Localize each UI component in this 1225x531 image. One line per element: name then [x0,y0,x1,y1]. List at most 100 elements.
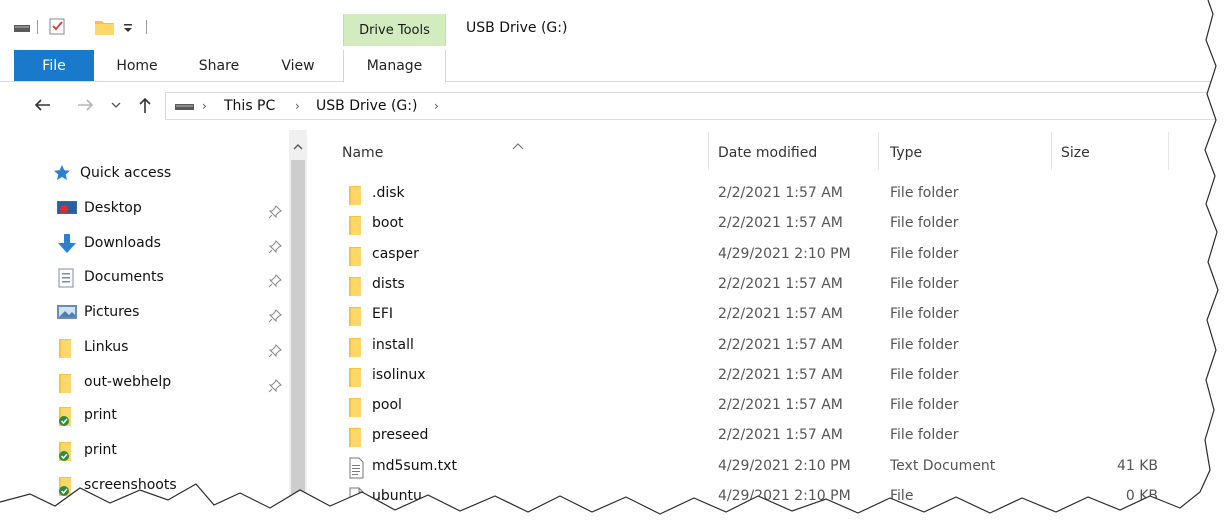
tab-file[interactable]: File [14,50,94,81]
file-type: Text Document [890,457,996,474]
file-type: File folder [890,366,959,383]
file-type: File folder [890,336,959,353]
tab-manage[interactable]: Manage [343,50,446,83]
recent-dropdown-icon[interactable] [108,82,124,128]
sidebar-item-label: Documents [84,269,164,285]
up-arrow-icon[interactable] [134,82,156,128]
sidebar-item-label: Desktop [84,200,142,216]
file-name: install [372,336,414,353]
file-type: File folder [890,306,959,323]
list-item[interactable]: dists 2/2/2021 1:57 AM File folder [330,269,1180,299]
tab-share[interactable]: Share [184,50,254,81]
file-name: pool [372,397,402,414]
chevron-right-icon[interactable]: › [434,93,439,119]
file-name: EFI [372,306,394,323]
file-date-modified: 4/29/2021 2:10 PM [718,457,851,474]
tab-view[interactable]: View [266,50,330,81]
chevron-right-icon[interactable]: › [202,93,207,119]
file-date-modified: 2/2/2021 1:57 AM [718,275,843,292]
folder-icon [346,426,366,448]
address-drive-icon [174,93,196,119]
scroll-up-icon[interactable] [291,138,305,154]
sidebar-item-label: out-webhelp [84,374,172,390]
file-date-modified: 2/2/2021 1:57 AM [718,185,843,201]
drive-icon[interactable] [12,12,32,40]
navigation-bar: › This PC › USB Drive (G:) › [0,82,1225,128]
file-name: preseed [372,427,429,444]
chevron-right-icon[interactable]: › [295,93,300,119]
list-item[interactable]: isolinux 2/2/2021 1:57 AM File folder [330,360,1180,390]
file-date-modified: 2/2/2021 1:57 AM [718,366,843,383]
list-item[interactable]: boot 2/2/2021 1:57 AM File folder [330,208,1180,238]
sidebar-item-screenshoots[interactable]: screenshoots [56,470,177,500]
breadcrumb-this-pc[interactable]: This PC [224,93,275,119]
file-size [1050,360,1158,390]
file-type: File folder [890,427,959,444]
column-header-size[interactable]: Size [1061,130,1090,176]
pin-icon[interactable] [268,309,282,323]
folder-icon [346,336,366,357]
forward-arrow-icon[interactable] [74,82,98,128]
folder-icon [56,337,76,358]
download-arrow-icon [56,233,76,253]
file-size [1050,239,1158,269]
ribbon-tabs: File Home Share View Manage [0,50,1225,83]
pin-icon[interactable] [268,379,282,393]
window-title: USB Drive (G:) [466,20,568,36]
list-item[interactable]: install 2/2/2021 1:57 AM File folder [330,330,1180,360]
sidebar-item-print-2[interactable]: print [56,435,117,465]
address-bar[interactable]: › This PC › USB Drive (G:) › [165,92,1225,120]
file-name: md5sum.txt [372,457,457,474]
file-date-modified: 4/29/2021 2:10 PM [718,488,851,504]
pin-icon[interactable] [268,205,282,219]
list-item[interactable]: pool 2/2/2021 1:57 AM File folder [330,390,1180,420]
list-item[interactable]: md5sum.txt 4/29/2021 2:10 PM Text Document… [330,451,1180,481]
sidebar-item-pictures[interactable]: Pictures [56,297,139,327]
pin-icon[interactable] [268,240,282,254]
list-item[interactable]: EFI 2/2/2021 1:57 AM File folder [330,299,1180,329]
synced-folder-icon [56,440,76,461]
file-type: File folder [890,397,959,414]
new-folder-icon[interactable] [94,12,116,40]
sidebar-item-linkus[interactable]: Linkus [56,332,128,362]
list-item[interactable]: ubuntu 4/29/2021 2:10 PM File 0 KB [330,481,1180,511]
file-size [1050,299,1158,329]
file-date-modified: 4/29/2021 2:10 PM [718,245,851,262]
file-size [1050,208,1158,238]
column-header-type[interactable]: Type [890,130,922,176]
file-size: 41 KB [1116,457,1158,474]
sidebar-item-quick-access[interactable]: Quick access [52,158,171,188]
properties-check-icon[interactable] [48,12,68,40]
file-date-modified: 2/2/2021 1:57 AM [718,306,843,323]
folder-icon [56,372,76,393]
pin-icon[interactable] [268,274,282,288]
sidebar-scrollbar-thumb[interactable] [291,160,305,531]
title-bar: Drive Tools USB Drive (G:) [0,0,1225,50]
navigation-pane: Quick access Desktop Downloads Documents… [0,130,290,531]
sidebar-item-print[interactable]: print [56,400,117,430]
star-icon [52,163,72,183]
sidebar-item-desktop[interactable]: Desktop [56,193,142,223]
sidebar-item-out-webhelp[interactable]: out-webhelp [56,367,171,397]
file-size [1050,330,1158,360]
back-arrow-icon[interactable] [28,82,56,128]
customize-toolbar-icon[interactable] [122,12,136,40]
tab-home[interactable]: Home [102,50,172,81]
sidebar-item-downloads[interactable]: Downloads [56,228,161,258]
text-file-icon [346,457,366,479]
sidebar-item-documents[interactable]: Documents [56,262,164,292]
blank-file-icon [346,487,366,509]
list-item[interactable]: preseed 2/2/2021 1:57 AM File folder [330,420,1180,450]
breadcrumb-usb-drive[interactable]: USB Drive (G:) [316,93,417,119]
column-header-name[interactable]: Name [342,130,383,176]
pin-icon[interactable] [268,344,282,358]
pictures-icon [56,302,77,322]
list-item[interactable]: casper 4/29/2021 2:10 PM File folder [330,239,1180,269]
desktop-icon [56,198,77,218]
file-name: ubuntu [372,488,422,504]
file-type: File [890,488,914,504]
sidebar-item-label: Linkus [84,339,129,355]
column-header-date-modified[interactable]: Date modified [718,130,817,176]
list-item[interactable]: .disk 2/2/2021 1:57 AM File folder [330,178,1180,208]
sidebar-item-label: Pictures [84,304,140,320]
